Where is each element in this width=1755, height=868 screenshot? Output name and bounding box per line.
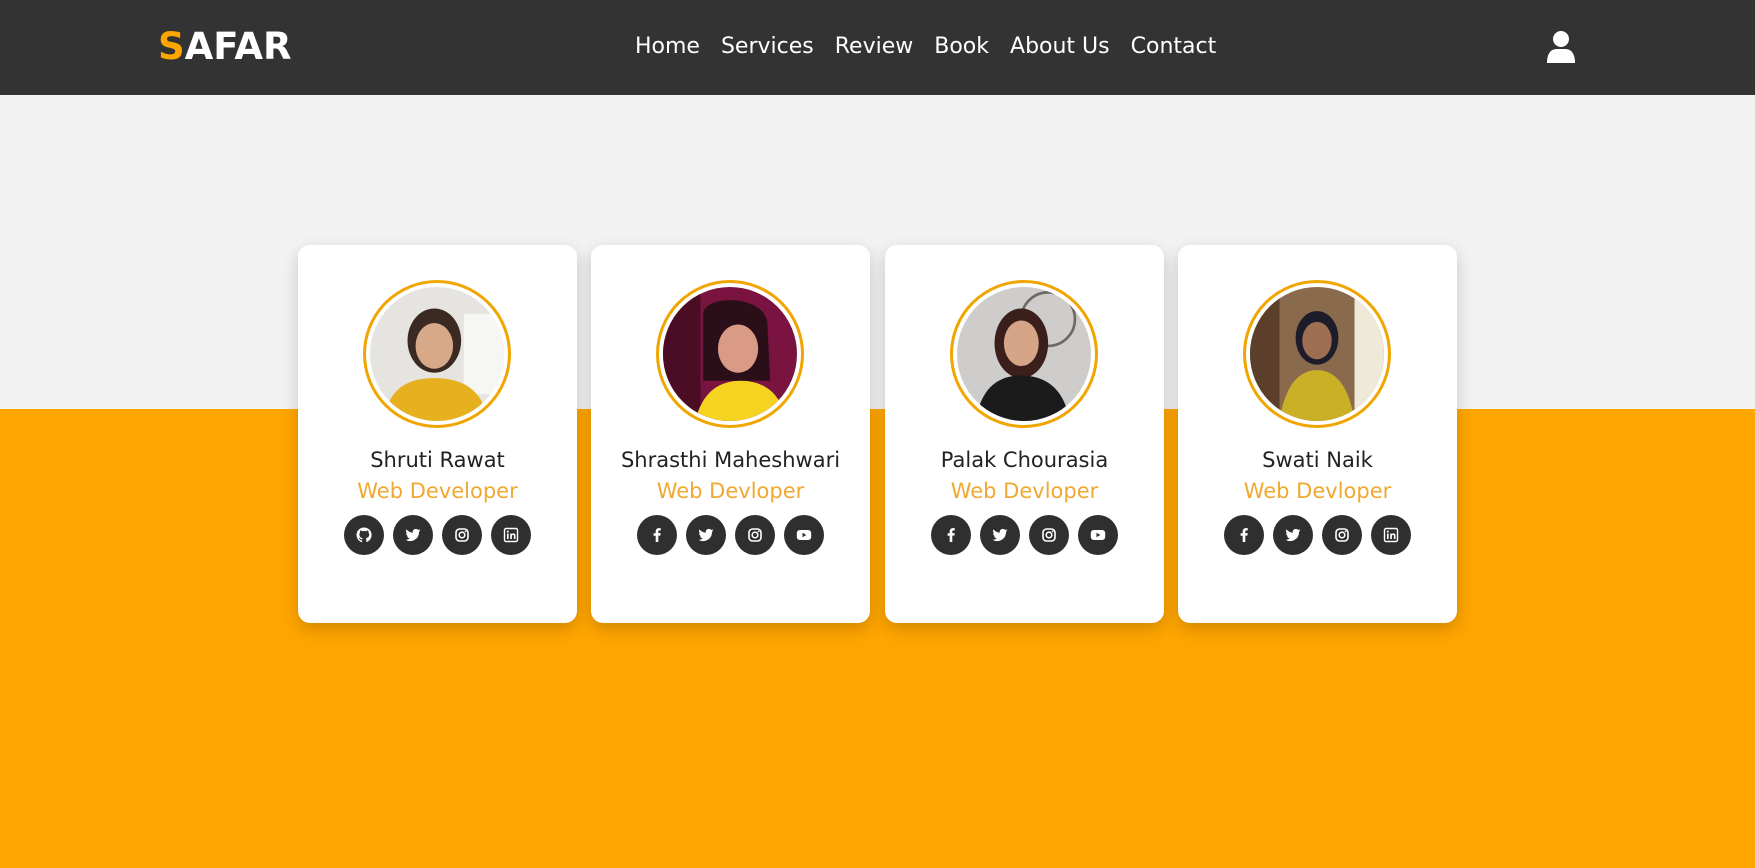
facebook-icon bbox=[649, 527, 665, 543]
avatar-ring bbox=[363, 280, 511, 428]
instagram-link[interactable] bbox=[1029, 515, 1069, 555]
social-links bbox=[611, 515, 850, 555]
github-link[interactable] bbox=[344, 515, 384, 555]
nav-review[interactable]: Review bbox=[835, 30, 914, 64]
linkedin-link[interactable] bbox=[1371, 515, 1411, 555]
avatar bbox=[1250, 287, 1384, 421]
member-role: Web Devloper bbox=[656, 479, 805, 503]
avatar bbox=[663, 287, 797, 421]
member-role: Web Devloper bbox=[950, 479, 1099, 503]
linkedin-link[interactable] bbox=[491, 515, 531, 555]
nav-contact[interactable]: Contact bbox=[1131, 30, 1217, 64]
member-info: Swati Naik Web Devloper bbox=[1178, 445, 1457, 555]
logo-initial: S bbox=[158, 25, 185, 68]
twitter-link[interactable] bbox=[1273, 515, 1313, 555]
team-card: Palak Chourasia Web Devloper bbox=[885, 245, 1164, 623]
user-icon[interactable] bbox=[1546, 30, 1576, 64]
social-links bbox=[318, 515, 557, 555]
nav-book[interactable]: Book bbox=[934, 30, 989, 64]
linkedin-icon bbox=[1383, 527, 1399, 543]
twitter-link[interactable] bbox=[686, 515, 726, 555]
instagram-icon bbox=[1334, 527, 1350, 543]
twitter-link[interactable] bbox=[393, 515, 433, 555]
youtube-icon bbox=[1090, 527, 1106, 543]
member-name: Shruti Rawat bbox=[370, 448, 505, 472]
avatar-ring bbox=[1243, 280, 1391, 428]
instagram-icon bbox=[747, 527, 763, 543]
section-bottom-background bbox=[0, 409, 1755, 868]
twitter-icon bbox=[992, 527, 1008, 543]
member-role: Web Developer bbox=[357, 479, 518, 503]
github-icon bbox=[356, 527, 372, 543]
member-name: Swati Naik bbox=[1262, 448, 1373, 472]
team-card: Swati Naik Web Devloper bbox=[1178, 245, 1457, 623]
instagram-link[interactable] bbox=[735, 515, 775, 555]
nav-home[interactable]: Home bbox=[635, 30, 700, 64]
avatar bbox=[957, 287, 1091, 421]
twitter-icon bbox=[405, 527, 421, 543]
facebook-link[interactable] bbox=[1224, 515, 1264, 555]
navbar: SAFAR Home Services Review Book About Us… bbox=[0, 0, 1755, 95]
facebook-icon bbox=[943, 527, 959, 543]
member-info: Palak Chourasia Web Devloper bbox=[885, 445, 1164, 555]
youtube-link[interactable] bbox=[784, 515, 824, 555]
facebook-icon bbox=[1236, 527, 1252, 543]
avatar-ring bbox=[656, 280, 804, 428]
member-info: Shruti Rawat Web Developer bbox=[298, 445, 577, 555]
social-links bbox=[1198, 515, 1437, 555]
instagram-link[interactable] bbox=[442, 515, 482, 555]
team-card: Shrasthi Maheshwari Web Devloper bbox=[591, 245, 870, 623]
instagram-link[interactable] bbox=[1322, 515, 1362, 555]
twitter-icon bbox=[698, 527, 714, 543]
avatar-ring bbox=[950, 280, 1098, 428]
member-name: Shrasthi Maheshwari bbox=[620, 448, 841, 472]
brand-logo[interactable]: SAFAR bbox=[158, 24, 291, 70]
section-top-background bbox=[0, 95, 1755, 409]
instagram-icon bbox=[1041, 527, 1057, 543]
youtube-icon bbox=[796, 527, 812, 543]
member-role: Web Devloper bbox=[1243, 479, 1392, 503]
youtube-link[interactable] bbox=[1078, 515, 1118, 555]
nav-links: Home Services Review Book About Us Conta… bbox=[635, 30, 1237, 64]
nav-about-us[interactable]: About Us bbox=[1010, 30, 1110, 64]
linkedin-icon bbox=[503, 527, 519, 543]
twitter-link[interactable] bbox=[980, 515, 1020, 555]
logo-rest: AFAR bbox=[184, 25, 292, 68]
member-info: Shrasthi Maheshwari Web Devloper bbox=[591, 445, 870, 555]
nav-services[interactable]: Services bbox=[721, 30, 814, 64]
instagram-icon bbox=[454, 527, 470, 543]
twitter-icon bbox=[1285, 527, 1301, 543]
facebook-link[interactable] bbox=[637, 515, 677, 555]
team-card: Shruti Rawat Web Developer bbox=[298, 245, 577, 623]
facebook-link[interactable] bbox=[931, 515, 971, 555]
member-name: Palak Chourasia bbox=[940, 448, 1109, 472]
social-links bbox=[905, 515, 1144, 555]
avatar bbox=[370, 287, 504, 421]
